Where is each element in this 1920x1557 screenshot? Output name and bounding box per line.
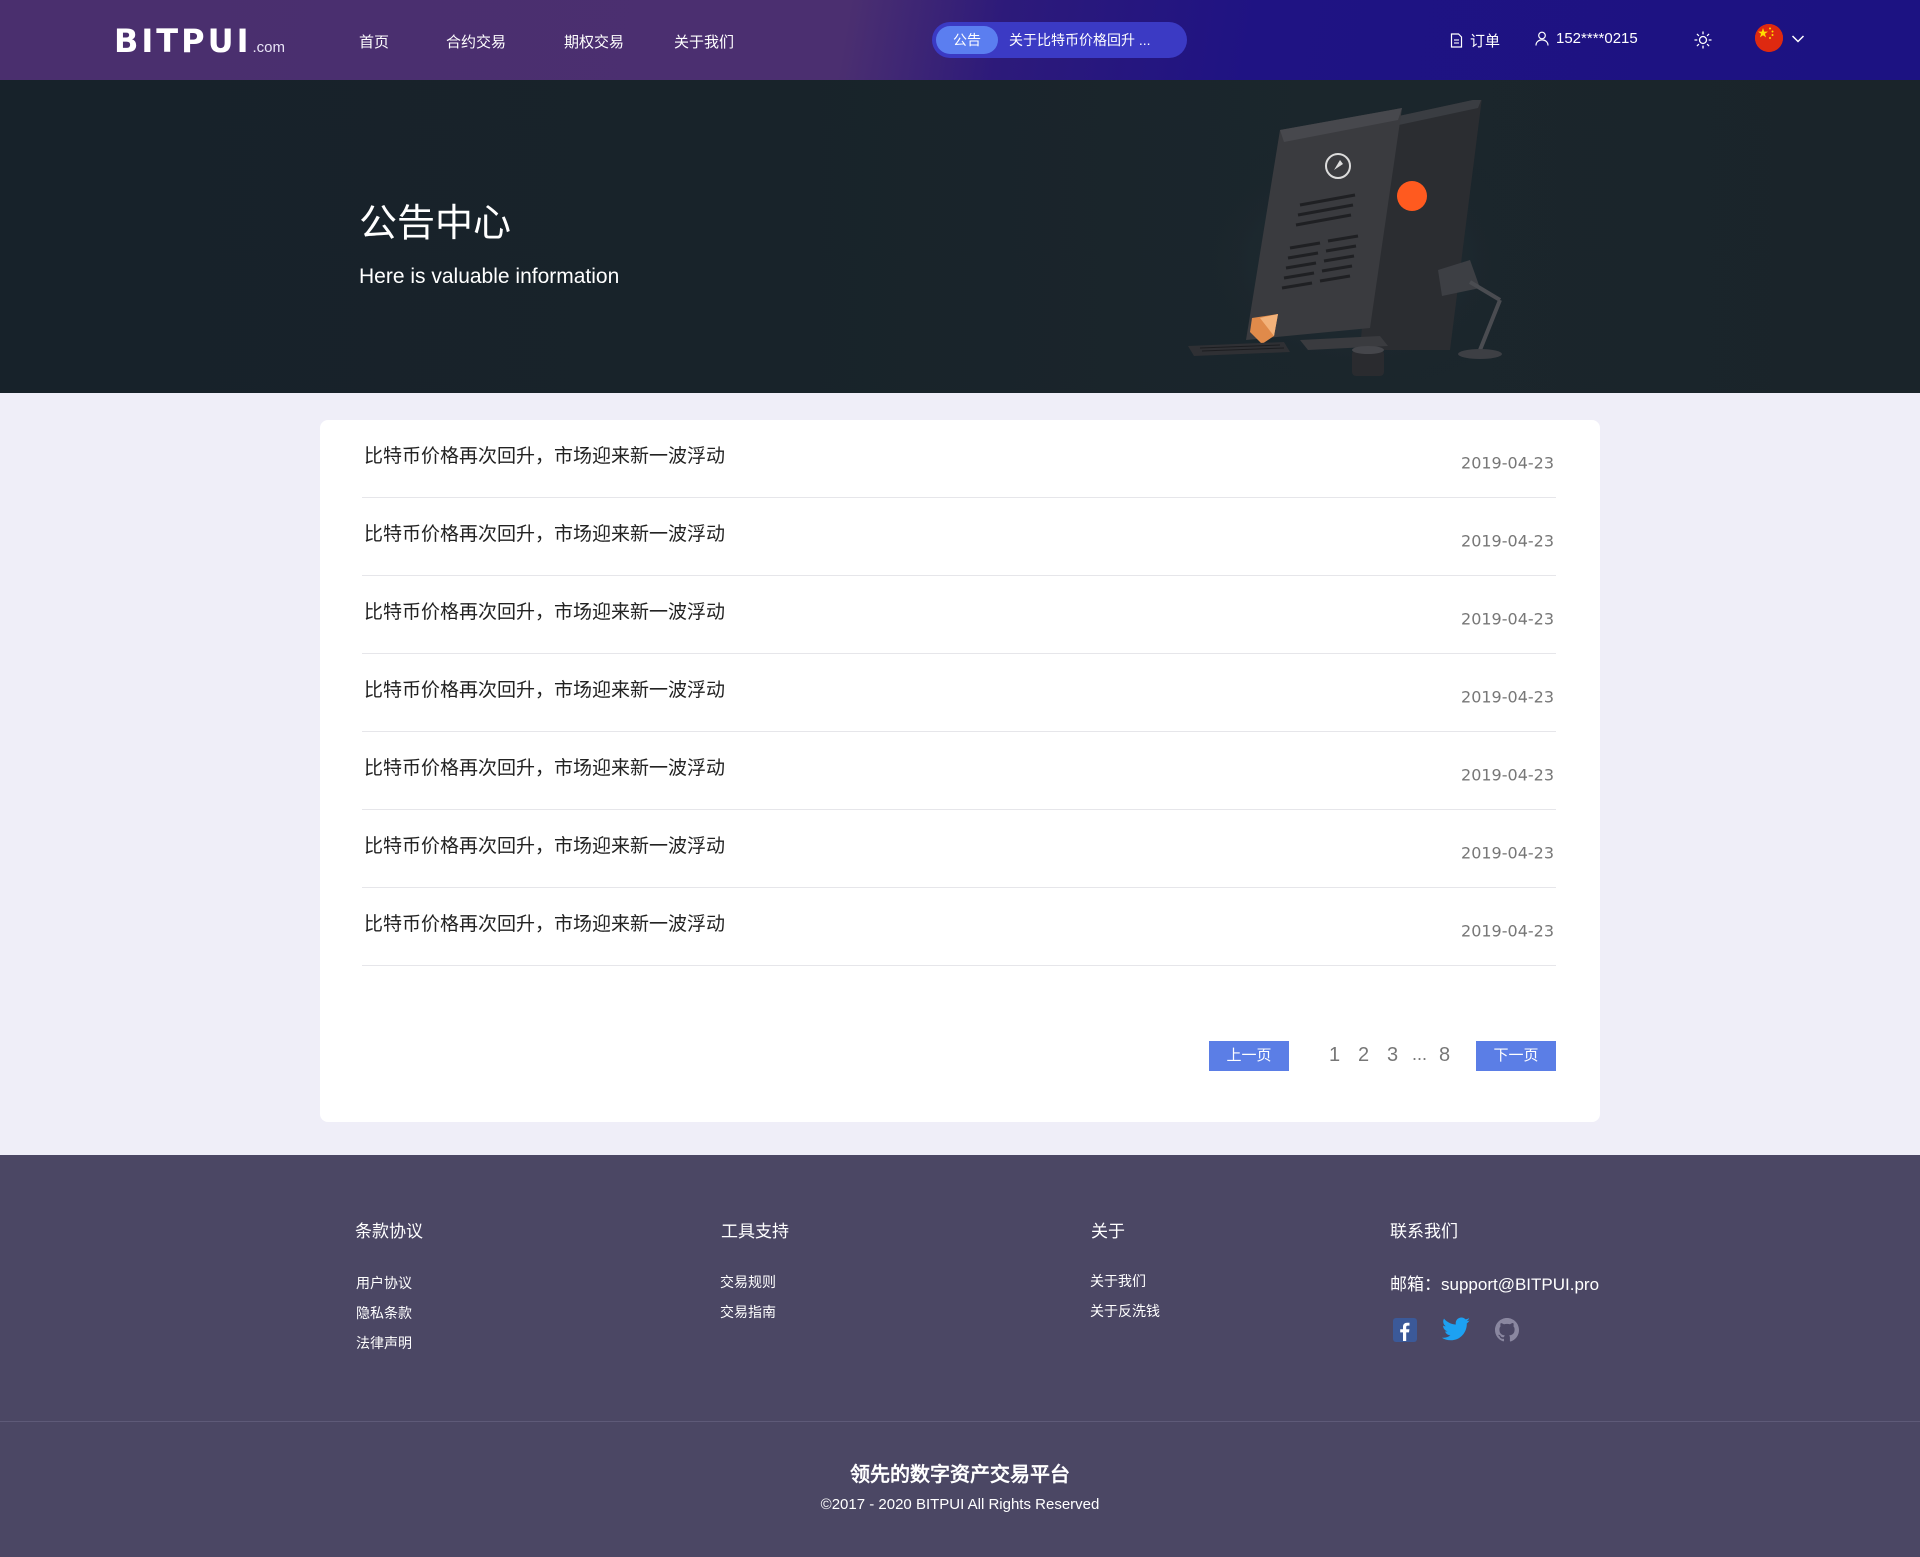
footer-link-about-us[interactable]: 关于我们 [1090, 1271, 1146, 1291]
page-number-3[interactable]: 3 [1387, 1044, 1398, 1067]
logo-domain: .com [252, 39, 285, 56]
footer-about-title: 关于 [1091, 1222, 1125, 1241]
hero-illustration [1180, 100, 1540, 380]
announcement-title[interactable]: 比特币价格再次回升，市场迎来新一波浮动 [364, 441, 725, 468]
orders-icon [1450, 33, 1463, 48]
announcement-row[interactable]: 比特币价格再次回升，市场迎来新一波浮动 2019-04-23 [362, 654, 1556, 732]
user-account[interactable]: 152****0215 [1535, 30, 1638, 47]
nav-home[interactable]: 首页 [359, 31, 389, 52]
notice-text[interactable]: 关于比特币价格回升 ... [1009, 30, 1151, 50]
footer-copyright: ©2017 - 2020 BITPUI All Rights Reserved [820, 1496, 1100, 1513]
footer-link-legal[interactable]: 法律声明 [356, 1333, 412, 1353]
announcement-title[interactable]: 比特币价格再次回升，市场迎来新一波浮动 [364, 753, 725, 780]
announcement-title[interactable]: 比特币价格再次回升，市场迎来新一波浮动 [364, 675, 725, 702]
facebook-icon[interactable] [1392, 1317, 1418, 1343]
footer-link-aml[interactable]: 关于反洗钱 [1090, 1301, 1160, 1321]
footer-link-trading-guide[interactable]: 交易指南 [720, 1302, 776, 1322]
hero-banner: 公告中心 Here is valuable information [0, 80, 1920, 393]
announcement-row[interactable]: 比特币价格再次回升，市场迎来新一波浮动 2019-04-23 [362, 498, 1556, 576]
footer-divider [0, 1421, 1920, 1422]
announcement-date: 2019-04-23 [1461, 765, 1554, 785]
footer-link-user-agreement[interactable]: 用户协议 [356, 1273, 412, 1293]
page-title: 公告中心 [359, 203, 512, 245]
footer-terms-title: 条款协议 [355, 1222, 423, 1241]
nav-about-us[interactable]: 关于我们 [674, 31, 734, 52]
user-phone: 152****0215 [1556, 30, 1638, 47]
announcement-title[interactable]: 比特币价格再次回升，市场迎来新一波浮动 [364, 909, 725, 936]
theme-toggle[interactable] [1694, 31, 1712, 54]
footer-contact-title: 联系我们 [1390, 1222, 1458, 1241]
announcement-row[interactable]: 比特币价格再次回升，市场迎来新一波浮动 2019-04-23 [362, 576, 1556, 654]
announcement-title[interactable]: 比特币价格再次回升，市场迎来新一波浮动 [364, 831, 725, 858]
china-flag-icon [1755, 24, 1783, 52]
footer-link-privacy[interactable]: 隐私条款 [356, 1303, 412, 1323]
prev-page-button[interactable]: 上一页 [1209, 1041, 1289, 1071]
page-ellipsis: ... [1412, 1044, 1428, 1064]
page-number-8[interactable]: 8 [1439, 1044, 1450, 1067]
language-selector[interactable] [1755, 24, 1783, 52]
announcement-list-card: 比特币价格再次回升，市场迎来新一波浮动 2019-04-23 比特币价格再次回升… [320, 420, 1600, 1122]
notice-badge: 公告 [936, 26, 998, 54]
footer-email[interactable]: 邮箱：support@BITPUI.pro [1390, 1270, 1599, 1295]
sun-icon [1694, 31, 1712, 49]
notice-ticker[interactable]: 公告 关于比特币价格回升 ... [932, 22, 1187, 58]
footer-tools-title: 工具支持 [721, 1222, 789, 1241]
top-navbar: BITPUI .com 首页 合约交易 期权交易 关于我们 公告 关于比特币价格… [0, 0, 1920, 80]
announcement-date: 2019-04-23 [1461, 531, 1554, 551]
orders-label: 订单 [1470, 33, 1501, 50]
announcement-title[interactable]: 比特币价格再次回升，市场迎来新一波浮动 [364, 519, 725, 546]
announcement-row[interactable]: 比特币价格再次回升，市场迎来新一波浮动 2019-04-23 [362, 732, 1556, 810]
footer-slogan: 领先的数字资产交易平台 [850, 1464, 1070, 1486]
footer-link-trading-rules[interactable]: 交易规则 [720, 1272, 776, 1292]
announcement-row[interactable]: 比特币价格再次回升，市场迎来新一波浮动 2019-04-23 [362, 888, 1556, 966]
github-icon[interactable] [1494, 1317, 1520, 1343]
page-subtitle: Here is valuable information [359, 265, 620, 288]
footer: 条款协议 用户协议 隐私条款 法律声明 工具支持 交易规则 交易指南 关于 关于… [0, 1155, 1920, 1557]
next-page-button[interactable]: 下一页 [1476, 1041, 1556, 1071]
nav-options-trading[interactable]: 期权交易 [564, 31, 624, 52]
announcement-date: 2019-04-23 [1461, 843, 1554, 863]
announcement-title[interactable]: 比特币价格再次回升，市场迎来新一波浮动 [364, 597, 725, 624]
announcement-row[interactable]: 比特币价格再次回升，市场迎来新一波浮动 2019-04-23 [362, 420, 1556, 498]
announcement-date: 2019-04-23 [1461, 609, 1554, 629]
page-number-1[interactable]: 1 [1329, 1044, 1340, 1067]
language-dropdown-toggle[interactable] [1791, 31, 1805, 49]
announcement-date: 2019-04-23 [1461, 921, 1554, 941]
announcement-date: 2019-04-23 [1461, 453, 1554, 473]
logo-text: BITPUI [114, 22, 252, 60]
page-number-2[interactable]: 2 [1358, 1044, 1369, 1067]
orders-link[interactable]: 订单 [1450, 30, 1500, 51]
user-icon [1535, 31, 1549, 46]
announcement-date: 2019-04-23 [1461, 687, 1554, 707]
chevron-down-icon [1791, 35, 1805, 43]
announcement-row[interactable]: 比特币价格再次回升，市场迎来新一波浮动 2019-04-23 [362, 810, 1556, 888]
logo[interactable]: BITPUI .com [114, 22, 285, 60]
twitter-icon[interactable] [1441, 1317, 1471, 1343]
nav-contract-trading[interactable]: 合约交易 [446, 31, 506, 52]
